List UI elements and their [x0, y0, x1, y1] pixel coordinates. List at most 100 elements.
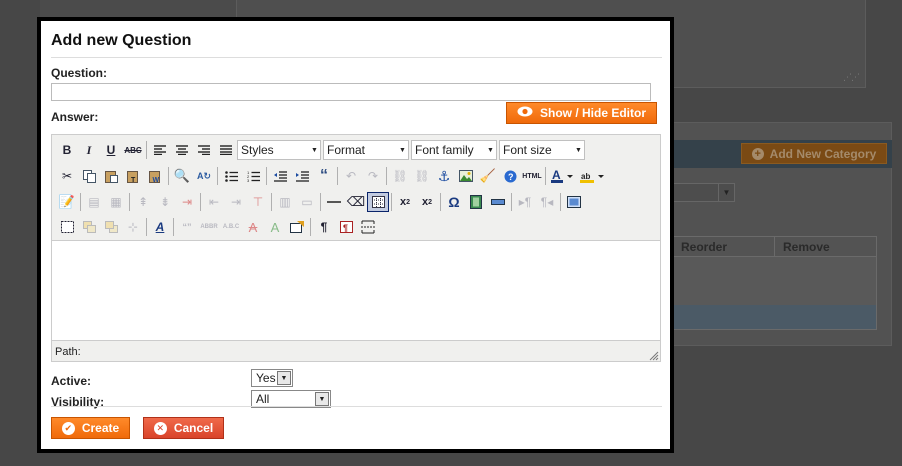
toolbar-separator — [310, 218, 311, 236]
active-select[interactable]: Yes ▼ — [251, 369, 293, 387]
split-cells-icon[interactable]: ▥ — [274, 192, 296, 212]
redo-icon[interactable]: ↷ — [362, 166, 384, 186]
page-break-icon[interactable] — [357, 217, 379, 237]
merge-cells-icon[interactable]: ▭ — [296, 192, 318, 212]
align-justify-icon[interactable] — [215, 140, 237, 160]
fullscreen-icon[interactable] — [563, 192, 585, 212]
edit-icon[interactable]: 📝 — [56, 192, 78, 212]
abbreviation-icon[interactable]: ABBR — [198, 217, 220, 237]
toolbar-separator — [173, 218, 174, 236]
undo-icon[interactable]: ↶ — [340, 166, 362, 186]
font-size-select[interactable]: Font size ▼ — [499, 140, 585, 160]
align-left-icon[interactable] — [149, 140, 171, 160]
toolbar-separator — [545, 167, 546, 185]
insert-row-before-icon[interactable]: ⇞ — [132, 192, 154, 212]
horizontal-rule-icon[interactable] — [323, 192, 345, 212]
insertion-icon[interactable]: A — [264, 217, 286, 237]
anchor-icon[interactable]: ⚓ — [433, 166, 455, 186]
move-forward-icon[interactable] — [78, 217, 100, 237]
toolbar-separator — [168, 167, 169, 185]
help-icon[interactable]: ? — [499, 166, 521, 186]
visual-chars-icon[interactable]: ¶ — [335, 217, 357, 237]
find-icon[interactable]: 🔍 — [171, 166, 193, 186]
table-cell-props-icon[interactable]: ▦ — [105, 192, 127, 212]
create-button[interactable]: ✔ Create — [51, 417, 130, 439]
editor-content-area[interactable] — [52, 240, 660, 341]
deletion-icon[interactable]: A — [242, 217, 264, 237]
question-input[interactable] — [51, 83, 651, 101]
delete-col-icon[interactable]: ⊤ — [247, 192, 269, 212]
add-new-category-label: Add New Category — [769, 146, 877, 161]
toolbar-separator — [266, 167, 267, 185]
bold-icon[interactable]: B — [56, 140, 78, 160]
text-color-icon[interactable]: A — [548, 166, 578, 186]
indent-icon[interactable] — [291, 166, 313, 186]
attributes-icon[interactable] — [286, 217, 308, 237]
outdent-icon[interactable] — [269, 166, 291, 186]
superscript-icon[interactable]: x2 — [416, 192, 438, 212]
toolbar-separator — [129, 193, 130, 211]
cite-icon[interactable]: “” — [176, 217, 198, 237]
image-icon[interactable] — [455, 166, 477, 186]
chevron-down-icon: ▼ — [718, 184, 734, 201]
dialog-body: Add new Question Question: Answer: Show … — [41, 21, 670, 449]
styleprops-icon[interactable]: A — [149, 217, 171, 237]
insert-col-before-icon[interactable]: ⇤ — [203, 192, 225, 212]
remove-format-icon[interactable]: ⌫ — [345, 192, 367, 212]
paste-text-icon[interactable]: T — [122, 166, 144, 186]
create-button-label: Create — [81, 421, 120, 435]
media-icon[interactable] — [465, 192, 487, 212]
background-category-select[interactable]: ▼ — [672, 183, 735, 202]
paste-word-icon[interactable]: W — [144, 166, 166, 186]
align-right-icon[interactable] — [193, 140, 215, 160]
nonbreaking-icon[interactable] — [487, 192, 509, 212]
show-blocks-icon[interactable]: ¶ — [313, 217, 335, 237]
resize-handle-icon[interactable] — [649, 350, 659, 361]
format-select[interactable]: Format ▼ — [323, 140, 409, 160]
cleanup-icon[interactable]: 🧹 — [477, 166, 499, 186]
insert-layer-icon[interactable] — [56, 217, 78, 237]
font-family-select[interactable]: Font family ▼ — [411, 140, 497, 160]
toolbar-separator — [271, 193, 272, 211]
cancel-button[interactable]: ✕ Cancel — [143, 417, 224, 439]
delete-row-icon[interactable]: ⇥ — [176, 192, 198, 212]
show-hide-editor-label: Show / Hide Editor — [539, 106, 646, 120]
subscript-icon[interactable]: x2 — [394, 192, 416, 212]
acronym-icon[interactable]: A.B.C — [220, 217, 242, 237]
toolbar-separator — [146, 141, 147, 159]
paste-icon[interactable] — [100, 166, 122, 186]
link-icon[interactable]: ⛓ — [389, 166, 411, 186]
highlight-color-icon[interactable]: ab — [578, 166, 608, 186]
show-hide-editor-button[interactable]: Show / Hide Editor — [506, 102, 657, 124]
italic-icon[interactable]: I — [78, 140, 100, 160]
add-new-category-button[interactable]: + Add New Category — [741, 143, 887, 164]
visual-aid-icon[interactable] — [367, 192, 389, 212]
column-header-reorder: Reorder — [673, 237, 775, 256]
question-label: Question: — [51, 66, 107, 80]
align-center-icon[interactable] — [171, 140, 193, 160]
blockquote-icon[interactable]: “ — [313, 166, 335, 186]
table-row-props-icon[interactable]: ▤ — [83, 192, 105, 212]
rtl-icon[interactable]: ¶◂ — [536, 192, 558, 212]
insert-col-after-icon[interactable]: ⇥ — [225, 192, 247, 212]
editor-path-label: Path: — [55, 346, 81, 358]
ltr-icon[interactable]: ▸¶ — [514, 192, 536, 212]
dialog-title: Add new Question — [51, 32, 192, 49]
move-backward-icon[interactable] — [100, 217, 122, 237]
special-char-icon[interactable]: Ω — [443, 192, 465, 212]
insert-row-after-icon[interactable]: ⇟ — [154, 192, 176, 212]
toolbar-separator — [80, 193, 81, 211]
unlink-icon[interactable]: ⛓ — [411, 166, 433, 186]
underline-icon[interactable]: U — [100, 140, 122, 160]
footer-divider — [51, 406, 662, 407]
cut-icon[interactable]: ✂ — [56, 166, 78, 186]
styles-select[interactable]: Styles ▼ — [237, 140, 321, 160]
bulleted-list-icon[interactable] — [220, 166, 242, 186]
background-table-footer — [673, 305, 876, 329]
absolute-position-icon[interactable]: ⊹ — [122, 217, 144, 237]
numbered-list-icon[interactable]: 123 — [242, 166, 264, 186]
strikethrough-icon[interactable]: ABC — [122, 140, 144, 160]
copy-icon[interactable] — [78, 166, 100, 186]
html-source-icon[interactable]: HTML — [521, 166, 543, 186]
replace-icon[interactable]: A↻ — [193, 166, 215, 186]
